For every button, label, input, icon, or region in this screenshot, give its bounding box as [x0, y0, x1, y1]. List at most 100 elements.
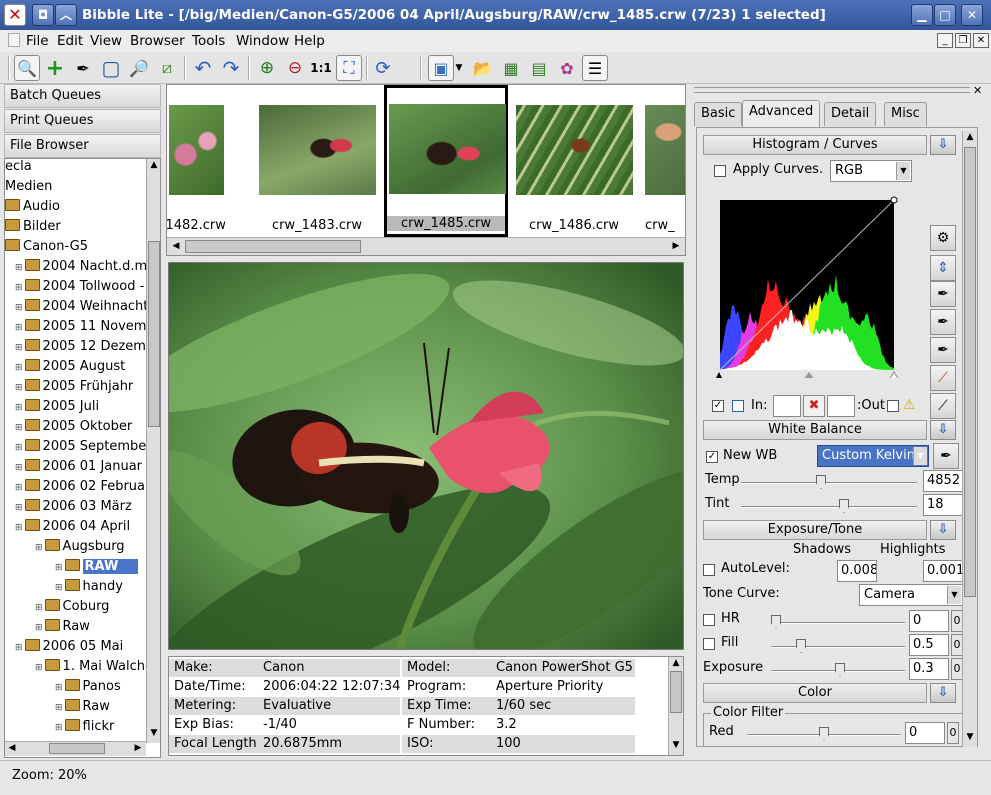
thumbnail-item-selected[interactable]: crw_1485.crw — [384, 85, 508, 237]
curve-point-checkbox[interactable] — [732, 400, 744, 412]
new-wb-checkbox[interactable]: ✓ — [706, 451, 718, 463]
tree-item[interactable]: ecla — [5, 159, 32, 177]
add-icon[interactable]: + — [42, 55, 68, 81]
thumbnail-item[interactable]: crw_ — [641, 87, 685, 237]
shade-button[interactable]: ︿ — [55, 4, 77, 26]
mdi-minimize-button[interactable]: _ — [937, 33, 953, 48]
white-point-eyedropper-icon[interactable]: ✒ — [930, 337, 956, 363]
main-image-view[interactable] — [168, 262, 684, 650]
tree-item[interactable]: ⊞ Raw — [35, 617, 90, 637]
scroll-up-icon[interactable]: ▲ — [669, 657, 683, 671]
expand-icon[interactable]: ⊞ — [55, 703, 63, 713]
curve-out-input[interactable] — [827, 395, 855, 417]
scroll-up-icon[interactable]: ▲ — [963, 131, 977, 145]
hr-input[interactable]: 0 — [909, 610, 949, 632]
tree-item[interactable]: Audio — [5, 197, 60, 217]
expand-icon[interactable]: ⊞ — [55, 583, 63, 593]
exposure-slider-handle[interactable] — [835, 663, 845, 677]
scroll-down-icon[interactable]: ▼ — [963, 731, 977, 745]
expand-icon[interactable]: ⊞ — [15, 403, 23, 413]
zoom-tool-icon[interactable]: 🔍 — [14, 55, 40, 81]
tone-curve-select[interactable]: Camera ▼ — [859, 584, 963, 606]
tree-item[interactable]: ⊞ 2005 August — [15, 357, 125, 377]
red-input[interactable]: 0 — [905, 722, 945, 744]
mdi-restore-button[interactable]: ❐ — [955, 33, 971, 48]
collapse-color-icon[interactable]: ⇩ — [930, 683, 956, 703]
menu-window[interactable]: Window — [236, 33, 289, 49]
temp-slider-handle[interactable] — [816, 475, 826, 489]
tree-item[interactable]: ⊞ 2006 04 April — [15, 517, 130, 537]
zoom-100-icon[interactable]: 1:1 — [308, 55, 334, 81]
thumbnail-scroll-thumb[interactable] — [185, 240, 361, 253]
tree-scroll-thumb[interactable] — [148, 241, 160, 427]
app-icon[interactable]: ✕ — [4, 4, 26, 26]
layout-dropdown-icon[interactable]: ▼ — [452, 55, 466, 81]
crop-icon[interactable]: ▢ — [98, 55, 124, 81]
expand-icon[interactable]: ⊞ — [55, 563, 63, 573]
close-button[interactable]: ✕ — [961, 4, 983, 26]
tree-item[interactable]: ⊞ 2006 05 Mai — [15, 637, 123, 657]
fill-checkbox[interactable] — [703, 638, 715, 650]
scroll-left-icon[interactable]: ◀ — [169, 240, 183, 254]
shadows-input[interactable]: 0.008 — [837, 560, 877, 582]
eyedropper-icon[interactable]: ✒ — [70, 55, 96, 81]
thumbnail-item[interactable]: crw_1486.crw — [512, 87, 636, 237]
auto-curve-icon[interactable]: ⟋ — [930, 365, 956, 391]
tree-hscroll-thumb[interactable] — [49, 743, 105, 754]
file-browser-button[interactable]: File Browser — [4, 134, 161, 158]
tree-vertical-scrollbar[interactable]: ▲ ▼ — [146, 159, 160, 743]
menu-help[interactable]: Help — [294, 33, 325, 49]
delete-point-icon[interactable]: ✖ — [803, 395, 825, 417]
magnifier-icon[interactable]: 🔎 — [126, 55, 152, 81]
minimize-button[interactable]: ▁ — [911, 4, 933, 26]
layout-icon[interactable]: ▣ — [428, 55, 454, 81]
expand-icon[interactable]: ⊞ — [15, 523, 23, 533]
hr-slider[interactable] — [771, 615, 905, 629]
info-scroll-thumb[interactable] — [670, 671, 682, 713]
collapse-histogram-icon[interactable]: ⇩ — [930, 135, 956, 155]
menu-tools[interactable]: Tools — [192, 33, 225, 49]
tree-item[interactable]: Canon-G5 — [5, 237, 88, 257]
menu-view[interactable]: View — [90, 33, 122, 49]
dock-close-icon[interactable]: ✕ — [973, 84, 982, 97]
collapse-white-balance-icon[interactable]: ⇩ — [930, 420, 956, 440]
histogram-chart[interactable] — [713, 188, 907, 378]
black-point-eyedropper-icon[interactable]: ✒ — [930, 281, 956, 307]
tree-item[interactable]: ⊞ Raw — [55, 697, 110, 717]
undo-icon[interactable]: ↶ — [190, 55, 216, 81]
channel-select[interactable]: RGB ▼ — [830, 160, 912, 182]
red-spin[interactable]: 0 — [947, 722, 959, 744]
straighten-icon[interactable]: ⧄ — [154, 55, 180, 81]
mdi-close-button[interactable]: ✕ — [973, 33, 989, 48]
expand-icon[interactable]: ⊞ — [35, 603, 43, 613]
tint-slider[interactable] — [741, 499, 917, 513]
window-menu-button[interactable]: ◘ — [32, 4, 54, 26]
expand-icon[interactable]: ⊞ — [35, 543, 43, 553]
scroll-up-icon[interactable]: ▲ — [147, 159, 160, 173]
hr-slider-handle[interactable] — [771, 615, 781, 629]
print-queues-button[interactable]: Print Queues — [4, 109, 161, 133]
fill-slider[interactable] — [771, 639, 905, 653]
expand-icon[interactable]: ⊞ — [15, 423, 23, 433]
info-panel-icon[interactable]: ☰ — [582, 55, 608, 81]
tree-item[interactable]: ⊞ 2005 Frühjahr — [15, 377, 133, 397]
scroll-down-icon[interactable]: ▼ — [147, 727, 160, 741]
scroll-right-icon[interactable]: ▶ — [669, 240, 683, 254]
thumbnail-strip[interactable]: _1482.crw crw_1483.crw crw_1485.crw crw_… — [166, 84, 686, 256]
exposure-slider[interactable] — [771, 663, 905, 677]
panel-scroll-thumb[interactable] — [964, 147, 976, 597]
grid-view-icon[interactable]: ▦ — [498, 55, 524, 81]
tree-item[interactable]: ⊞ 2005 September — [15, 437, 152, 457]
scroll-down-icon[interactable]: ▼ — [669, 739, 683, 753]
tree-item[interactable]: ⊞ 2004 Tollwood - — [15, 277, 144, 297]
color-section-header[interactable]: Color — [703, 683, 927, 703]
folder-tree[interactable]: ecla Medien Audio Bilder Canon-G5 ⊞ 2004 Nacht… — [4, 158, 161, 758]
tree-item[interactable]: ⊞ 2006 02 Februar — [15, 477, 150, 497]
document-icon[interactable] — [8, 33, 20, 47]
expand-icon[interactable]: ⊞ — [15, 463, 23, 473]
white-balance-section-header[interactable]: White Balance — [703, 420, 927, 440]
wb-mode-select[interactable]: Custom Kelvin ▼ — [817, 445, 929, 467]
expand-icon[interactable]: ⊞ — [15, 263, 23, 273]
fit-to-window-icon[interactable]: ⛶ — [336, 55, 362, 81]
histogram-section-header[interactable]: Histogram / Curves — [703, 135, 927, 155]
